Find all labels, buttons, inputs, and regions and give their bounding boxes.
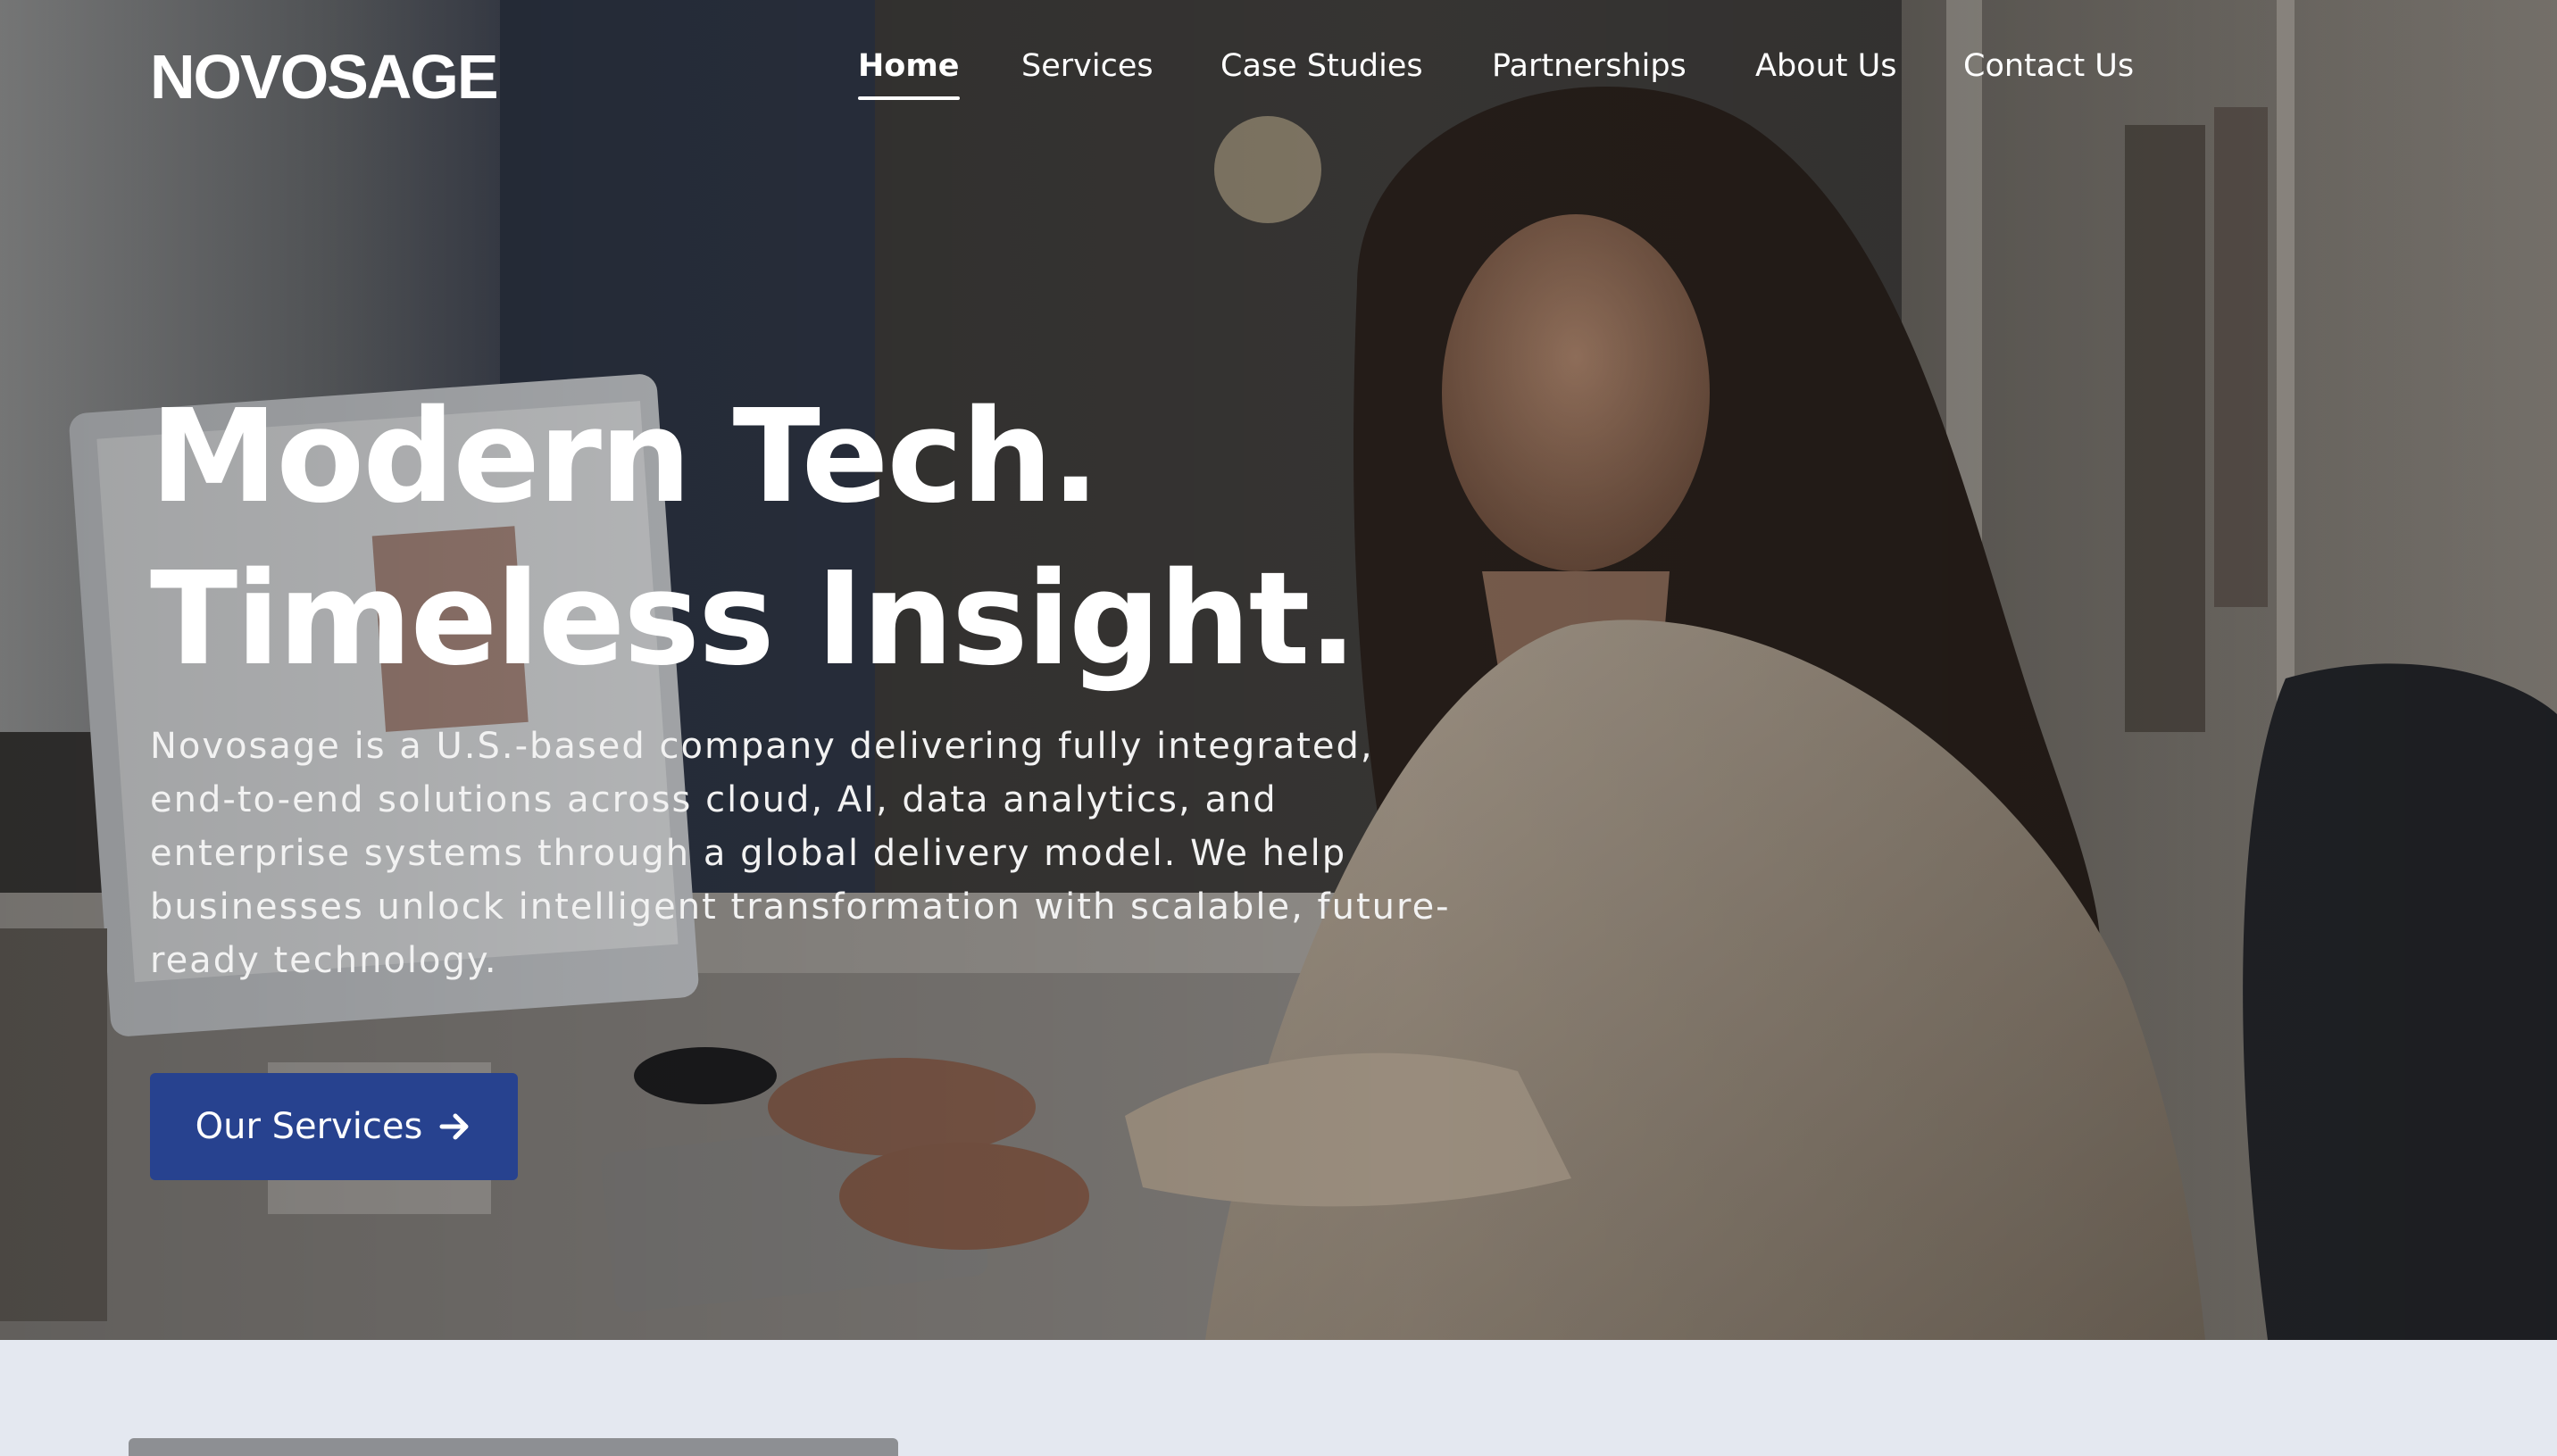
nav-item-label: Partnerships [1492, 48, 1687, 84]
nav-item-case-studies[interactable]: Case Studies [1220, 48, 1423, 84]
nav-item-partnerships[interactable]: Partnerships [1492, 48, 1687, 84]
arrow-right-icon [438, 1110, 472, 1144]
headline-line-2: Timeless Insight. [150, 544, 1357, 694]
nav-item-label: About Us [1755, 48, 1897, 84]
cta-label: Our Services [195, 1106, 423, 1147]
brand-logo[interactable]: NOVOSAGE [150, 41, 499, 112]
nav-item-label: Home [858, 48, 960, 84]
hero-intro-text: Novosage is a U.S.-based company deliver… [150, 726, 1451, 981]
nav-item-label: Services [1021, 48, 1154, 84]
hero-section: NOVOSAGE Home Services Case Studies Part… [0, 0, 2557, 1340]
nav-item-label: Case Studies [1220, 48, 1423, 84]
nav-item-services[interactable]: Services [1021, 48, 1154, 84]
hero-headline: Modern Tech. Timeless Insight. [150, 375, 1357, 700]
nav-item-contact-us[interactable]: Contact Us [1963, 48, 2134, 84]
our-services-button[interactable]: Our Services [150, 1073, 518, 1180]
section-image-card-edge [129, 1438, 898, 1456]
next-section [0, 1340, 2557, 1456]
nav-item-home[interactable]: Home [858, 48, 960, 100]
nav-item-about-us[interactable]: About Us [1755, 48, 1896, 84]
nav-item-label: Contact Us [1963, 48, 2135, 84]
headline-line-1: Modern Tech. [150, 381, 1100, 531]
active-nav-underline [858, 96, 960, 100]
